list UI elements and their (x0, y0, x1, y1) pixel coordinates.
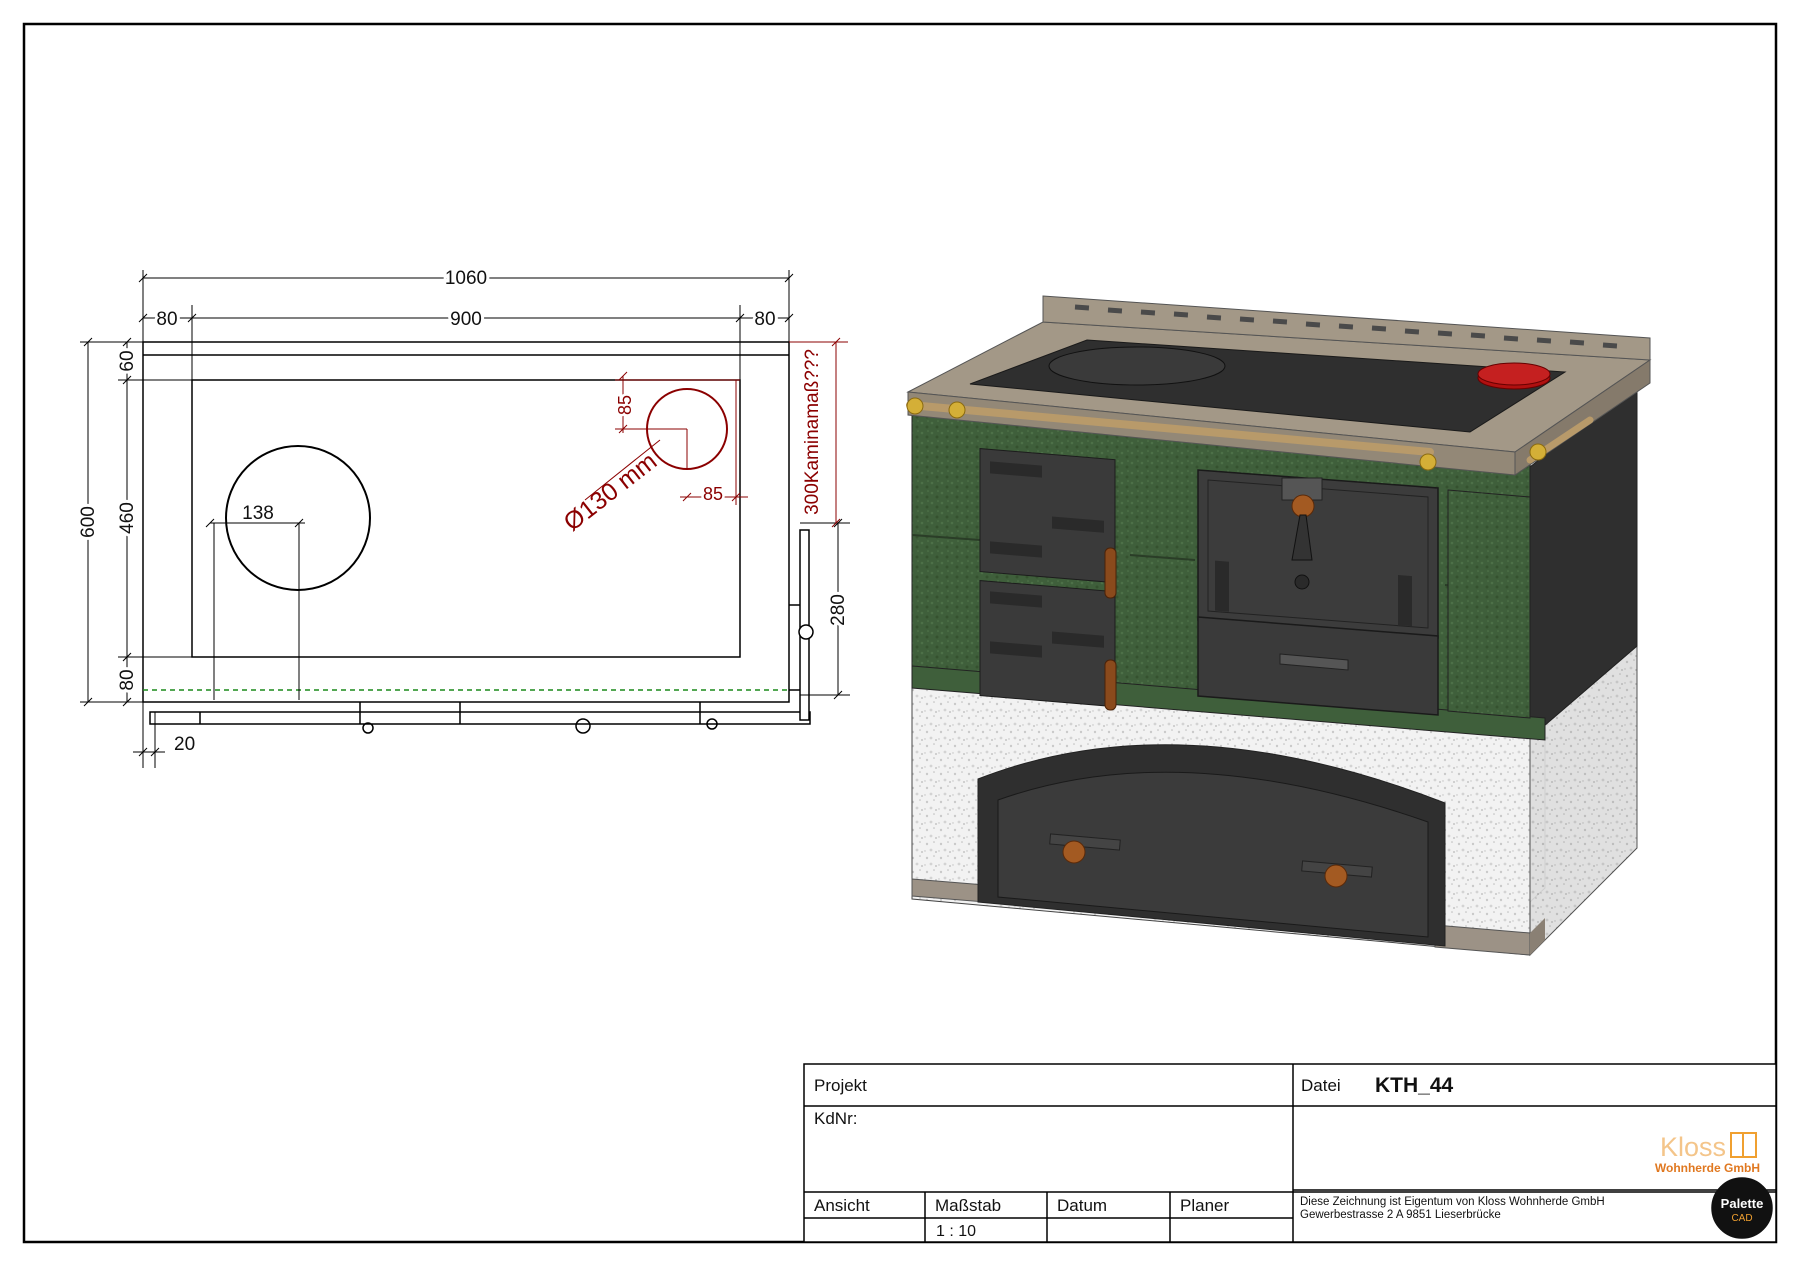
chimney-height-note: 300Kaminamaß??? (802, 349, 823, 515)
logo-subtitle: Wohnherde GmbH (1655, 1161, 1760, 1175)
label-datum: Datum (1057, 1196, 1107, 1215)
ash-door-knob-right[interactable] (1324, 864, 1348, 888)
dim-280: 280 (828, 594, 849, 626)
hob-ring (1048, 346, 1226, 386)
dim-460: 460 (117, 502, 138, 534)
badge-cad: CAD (1731, 1213, 1752, 1224)
plan-view (142, 341, 814, 734)
dim-60: 60 (117, 350, 138, 371)
drawing-sheet: 1060 80 900 80 600 60 460 80 20 280 138 … (22, 22, 1778, 1244)
value-massstab: 1 : 10 (936, 1223, 976, 1240)
label-planer: Planer (1180, 1196, 1229, 1215)
dim-600: 600 (78, 506, 99, 538)
logo-brand: Kloss (1660, 1132, 1726, 1162)
label-datei: Datei (1301, 1076, 1341, 1095)
dim-900: 900 (450, 309, 482, 330)
hob-plate-outline (191, 379, 741, 658)
label-massstab: Maßstab (935, 1196, 1001, 1215)
oven-door-knob[interactable] (1291, 494, 1315, 518)
dim-1060: 1060 (445, 268, 487, 289)
firebox-handle-upper[interactable] (1104, 547, 1117, 599)
value-datei: KTH_44 (1375, 1074, 1454, 1097)
dim-138: 138 (242, 503, 274, 524)
dim-85-horizontal: 85 (703, 484, 723, 504)
label-projekt: Projekt (814, 1076, 867, 1095)
flue-diameter-label: Ø130 mm (558, 447, 662, 537)
label-kdnr: KdNr: (814, 1109, 857, 1128)
dim-80-bottom: 80 (117, 669, 138, 690)
stove-top-outline (142, 341, 790, 703)
badge-palette: Palette (1721, 1196, 1764, 1211)
ownership-line-1: Diese Zeichnung ist Eigentum von Kloss W… (1300, 1196, 1605, 1208)
firebox-handle-lower[interactable] (1104, 659, 1117, 711)
dim-80-right: 80 (754, 309, 775, 330)
dim-80-left: 80 (156, 309, 177, 330)
stove-3d-view (906, 295, 1652, 957)
dim-20: 20 (174, 734, 195, 755)
plan-dimensions (80, 270, 850, 768)
handrail (149, 711, 811, 725)
label-ansicht: Ansicht (814, 1196, 870, 1215)
ash-door-knob-left[interactable] (1062, 840, 1086, 864)
ownership-line-2: Gewerbestrasse 2 A 9851 Lieserbrücke (1300, 1209, 1501, 1221)
dim-85-vertical: 85 (615, 395, 635, 415)
title-block (803, 1063, 1777, 1243)
